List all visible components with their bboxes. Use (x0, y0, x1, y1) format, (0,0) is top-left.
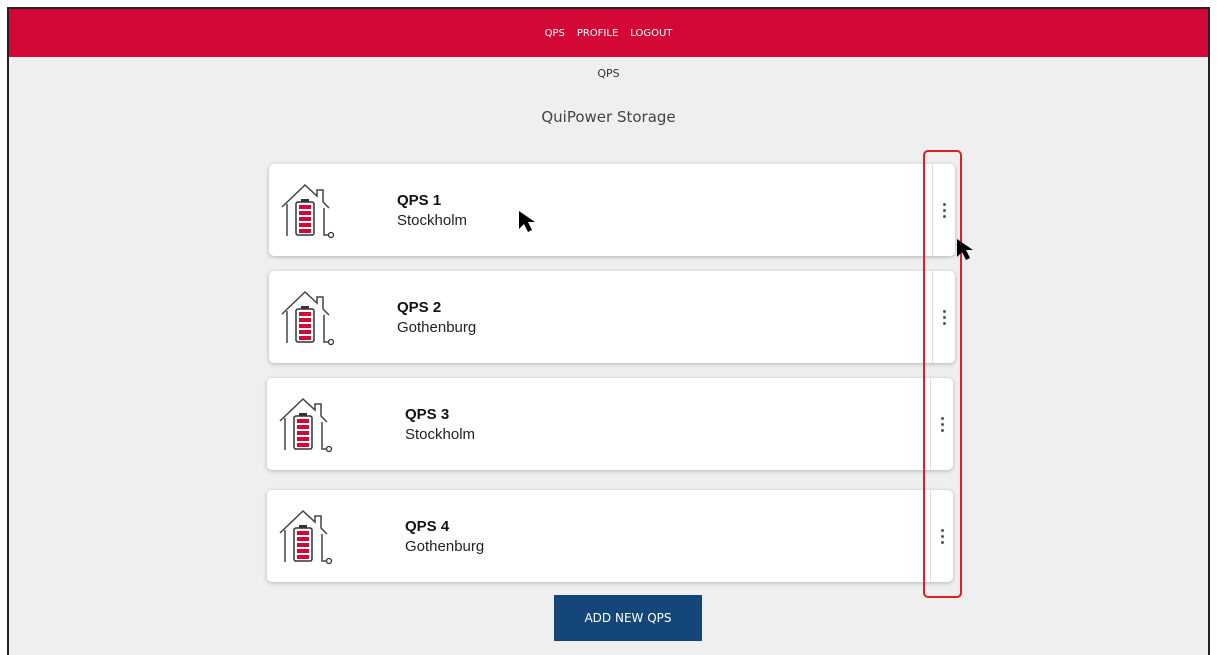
qps-name: QPS 2 (397, 299, 442, 316)
app-frame: QPS PROFILE LOGOUT QPS QuiPower Storage … (7, 7, 1210, 655)
top-nav: QPS PROFILE LOGOUT (9, 9, 1208, 57)
house-battery-icon (281, 183, 335, 239)
qps-city: Gothenburg (405, 538, 485, 555)
qps-card-text: QPS 2 Gothenburg (397, 299, 476, 336)
qps-city: Stockholm (397, 212, 468, 229)
qps-card-text: QPS 3 Stockholm (405, 406, 475, 443)
nav-qps[interactable]: QPS (545, 28, 565, 39)
qps-city: Gothenburg (397, 319, 477, 336)
qps-city: Stockholm (405, 426, 476, 443)
qps-name: QPS 1 (397, 192, 442, 209)
house-battery-icon (279, 509, 333, 565)
qps-card-1[interactable]: QPS 1 Stockholm (269, 164, 955, 256)
nav-logout[interactable]: LOGOUT (630, 28, 672, 39)
page-title: QuiPower Storage (541, 108, 676, 126)
qps-card-4[interactable]: QPS 4 Gothenburg (267, 490, 953, 582)
qps-card-2[interactable]: QPS 2 Gothenburg (269, 271, 955, 363)
add-new-qps-button[interactable]: ADD NEW QPS (554, 595, 702, 641)
house-battery-icon (281, 290, 335, 346)
house-battery-icon (279, 397, 333, 453)
qps-name: QPS 4 (405, 518, 450, 535)
menu-column-highlight (923, 150, 962, 598)
qps-name: QPS 3 (405, 406, 450, 423)
qps-card-text: QPS 4 Gothenburg (405, 518, 484, 555)
qps-card-3[interactable]: QPS 3 Stockholm (267, 378, 953, 470)
mouse-cursor-icon (957, 239, 973, 260)
nav-profile[interactable]: PROFILE (577, 28, 618, 39)
breadcrumb: QPS (597, 67, 620, 80)
qps-card-text: QPS 1 Stockholm (397, 192, 467, 229)
mouse-cursor-icon (519, 211, 535, 232)
